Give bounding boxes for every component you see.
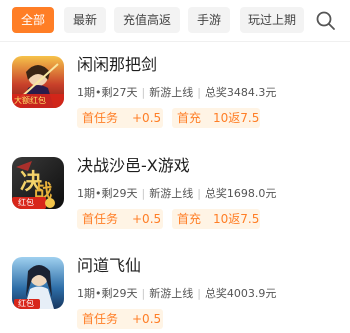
tag-label: 首充 — [177, 212, 202, 226]
filter-chip-high-rebate[interactable]: 充值高返 — [114, 7, 180, 33]
divider: | — [197, 187, 201, 200]
first-charge-tag: 首充 10返7.5 — [172, 108, 260, 128]
icon-badge: 红包 — [18, 299, 34, 308]
first-task-tag: 首任务 +0.5 — [77, 209, 163, 229]
game-status: 新游上线 — [149, 287, 194, 300]
divider: | — [141, 287, 146, 300]
tag-value: 10返7.5 — [213, 212, 260, 226]
divider: | — [141, 187, 146, 200]
tag-value: 10返7.5 — [213, 111, 260, 125]
total-prize: 总奖3484.3元 — [204, 86, 277, 99]
first-task-tag: 首任务 +0.5 — [77, 309, 163, 329]
game-icon-xianxian: 大额红包 — [12, 56, 64, 108]
tag-label: 首任务 — [82, 212, 119, 226]
divider: | — [197, 287, 201, 300]
search-icon[interactable] — [314, 9, 338, 33]
filter-chip-all[interactable]: 全部 — [12, 7, 54, 33]
remaining-days: 剩29天 — [101, 287, 138, 300]
period: 1期 — [77, 187, 95, 200]
game-list-page: 全部 最新 充值高返 手游 玩过上期 大额红包 闲闲那把剑 1期•剩27天 | … — [0, 0, 350, 333]
divider: | — [197, 86, 201, 99]
first-task-tag: 首任务 +0.5 — [77, 108, 163, 128]
total-prize: 总奖4003.9元 — [204, 287, 277, 300]
tag-value: +0.5 — [132, 312, 162, 326]
game-list-item[interactable]: 大额红包 闲闲那把剑 1期•剩27天 | 新游上线 | 总奖3484.3元 首任务 +0… — [0, 45, 350, 145]
tag-label: 首充 — [177, 111, 202, 125]
tag-label: 首任务 — [82, 312, 119, 326]
game-title: 闲闲那把剑 — [77, 55, 158, 74]
icon-badge: 红包 — [18, 198, 34, 207]
filter-chip-played-last[interactable]: 玩过上期 — [240, 7, 304, 33]
divider: | — [141, 86, 146, 99]
game-status: 新游上线 — [149, 86, 194, 99]
filter-bar: 全部 最新 充值高返 手游 玩过上期 — [0, 0, 350, 42]
game-title: 决战沙邑-X游戏 — [77, 156, 190, 175]
icon-badge: 大额红包 — [14, 96, 46, 105]
tag-value: +0.5 — [132, 212, 162, 226]
remaining-days: 剩29天 — [101, 187, 138, 200]
game-title: 问道飞仙 — [77, 256, 142, 275]
total-prize: 总奖1698.0元 — [204, 187, 277, 200]
game-list-item[interactable]: 决 战 红包 决战沙邑-X游戏 1期•剩29天 | 新游上线 | 总奖1698.0元 首… — [0, 146, 350, 246]
period: 1期 — [77, 287, 95, 300]
game-meta: 1期•剩29天 | 新游上线 | 总奖4003.9元 — [77, 287, 276, 301]
tag-label: 首任务 — [82, 111, 119, 125]
remaining-days: 剩27天 — [101, 86, 138, 99]
tag-value: +0.5 — [132, 111, 162, 125]
game-list-item[interactable]: 红包 问道飞仙 1期•剩29天 | 新游上线 | 总奖4003.9元 首任务 +0.5 — [0, 246, 350, 333]
game-status: 新游上线 — [149, 187, 194, 200]
first-charge-tag: 首充 10返7.5 — [172, 209, 260, 229]
game-meta: 1期•剩27天 | 新游上线 | 总奖3484.3元 — [77, 86, 276, 100]
filter-chip-newest[interactable]: 最新 — [64, 7, 106, 33]
game-meta: 1期•剩29天 | 新游上线 | 总奖1698.0元 — [77, 187, 276, 201]
filter-chip-mobile-games[interactable]: 手游 — [188, 7, 230, 33]
game-icon-wendao: 红包 — [12, 257, 64, 309]
period: 1期 — [77, 86, 95, 99]
game-icon-juezhan: 决 战 红包 — [12, 157, 64, 209]
